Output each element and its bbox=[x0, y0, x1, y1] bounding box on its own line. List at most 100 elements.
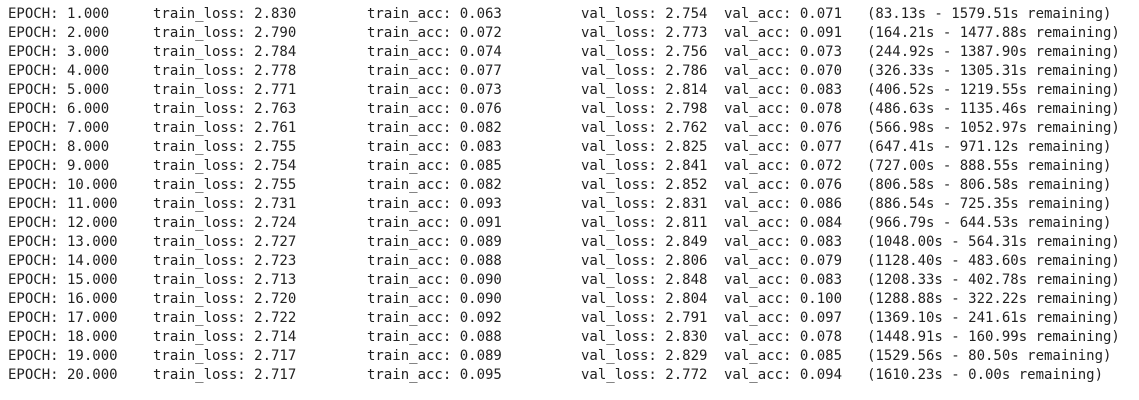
val-acc-value: val_acc: 0.084 bbox=[724, 215, 843, 231]
log-line: EPOCH: 14.000 train_loss: 2.723 train_acc:… bbox=[0, 252, 1139, 271]
log-line: EPOCH: 6.000 train_loss: 2.763 train_acc: … bbox=[0, 100, 1139, 119]
train-acc-value: train_acc: 0.093 bbox=[367, 196, 502, 212]
val-acc-value: val_acc: 0.070 bbox=[724, 63, 843, 79]
val-loss-value: val_loss: 2.804 bbox=[581, 291, 708, 307]
time-remaining-value: (1288.88s - 322.22s remaining) bbox=[867, 291, 1120, 307]
epoch-value: EPOCH: 9.000 bbox=[8, 158, 110, 174]
val-loss-value: val_loss: 2.806 bbox=[581, 253, 708, 269]
epoch-value: EPOCH: 11.000 bbox=[8, 196, 118, 212]
val-acc-value: val_acc: 0.078 bbox=[724, 101, 843, 117]
val-acc-value: val_acc: 0.071 bbox=[724, 6, 843, 22]
train-loss-value: train_loss: 2.724 bbox=[153, 215, 297, 231]
time-remaining-value: (966.79s - 644.53s remaining) bbox=[867, 215, 1112, 231]
time-remaining-value: (727.00s - 888.55s remaining) bbox=[867, 158, 1112, 174]
time-remaining-value: (406.52s - 1219.55s remaining) bbox=[867, 82, 1120, 98]
time-remaining-value: (647.41s - 971.12s remaining) bbox=[867, 139, 1112, 155]
train-acc-value: train_acc: 0.088 bbox=[367, 329, 502, 345]
val-loss-value: val_loss: 2.762 bbox=[581, 120, 708, 136]
time-remaining-value: (1610.23s - 0.00s remaining) bbox=[867, 367, 1104, 383]
train-acc-value: train_acc: 0.089 bbox=[367, 234, 502, 250]
train-acc-value: train_acc: 0.085 bbox=[367, 158, 502, 174]
log-line: EPOCH: 5.000 train_loss: 2.771 train_acc: … bbox=[0, 81, 1139, 100]
val-loss-value: val_loss: 2.849 bbox=[581, 234, 708, 250]
val-acc-value: val_acc: 0.085 bbox=[724, 348, 843, 364]
log-line: EPOCH: 4.000 train_loss: 2.778 train_acc: … bbox=[0, 62, 1139, 81]
train-loss-value: train_loss: 2.722 bbox=[153, 310, 297, 326]
train-loss-value: train_loss: 2.754 bbox=[153, 158, 297, 174]
train-acc-value: train_acc: 0.092 bbox=[367, 310, 502, 326]
val-acc-value: val_acc: 0.094 bbox=[724, 367, 843, 383]
val-loss-value: val_loss: 2.831 bbox=[581, 196, 708, 212]
train-loss-value: train_loss: 2.778 bbox=[153, 63, 297, 79]
log-line: EPOCH: 7.000 train_loss: 2.761 train_acc: … bbox=[0, 119, 1139, 138]
log-line: EPOCH: 20.000 train_loss: 2.717 train_acc:… bbox=[0, 366, 1139, 385]
train-loss-value: train_loss: 2.727 bbox=[153, 234, 297, 250]
training-log-window: { "rows": [ {"epoch": "EPOCH: 1.000", "t… bbox=[0, 0, 1139, 400]
train-acc-value: train_acc: 0.089 bbox=[367, 348, 502, 364]
val-loss-value: val_loss: 2.798 bbox=[581, 101, 708, 117]
log-line: EPOCH: 10.000 train_loss: 2.755 train_acc:… bbox=[0, 176, 1139, 195]
train-loss-value: train_loss: 2.790 bbox=[153, 25, 297, 41]
val-loss-value: val_loss: 2.772 bbox=[581, 367, 708, 383]
epoch-value: EPOCH: 1.000 bbox=[8, 6, 110, 22]
log-line: EPOCH: 19.000 train_loss: 2.717 train_acc:… bbox=[0, 347, 1139, 366]
train-loss-value: train_loss: 2.755 bbox=[153, 139, 297, 155]
log-line: EPOCH: 1.000 train_loss: 2.830 train_acc: … bbox=[0, 5, 1139, 24]
val-loss-value: val_loss: 2.791 bbox=[581, 310, 708, 326]
train-acc-value: train_acc: 0.073 bbox=[367, 82, 502, 98]
log-line: EPOCH: 18.000 train_loss: 2.714 train_acc:… bbox=[0, 328, 1139, 347]
train-loss-value: train_loss: 2.731 bbox=[153, 196, 297, 212]
epoch-value: EPOCH: 5.000 bbox=[8, 82, 110, 98]
train-loss-value: train_loss: 2.755 bbox=[153, 177, 297, 193]
train-acc-value: train_acc: 0.072 bbox=[367, 25, 502, 41]
log-line: EPOCH: 13.000 train_loss: 2.727 train_acc:… bbox=[0, 233, 1139, 252]
val-acc-value: val_acc: 0.076 bbox=[724, 177, 843, 193]
epoch-value: EPOCH: 10.000 bbox=[8, 177, 118, 193]
train-acc-value: train_acc: 0.090 bbox=[367, 272, 502, 288]
val-acc-value: val_acc: 0.077 bbox=[724, 139, 843, 155]
time-remaining-value: (244.92s - 1387.90s remaining) bbox=[867, 44, 1120, 60]
time-remaining-value: (1529.56s - 80.50s remaining) bbox=[867, 348, 1112, 364]
log-line: EPOCH: 8.000 train_loss: 2.755 train_acc: … bbox=[0, 138, 1139, 157]
log-line: EPOCH: 12.000 train_loss: 2.724 train_acc:… bbox=[0, 214, 1139, 233]
train-loss-value: train_loss: 2.763 bbox=[153, 101, 297, 117]
epoch-value: EPOCH: 4.000 bbox=[8, 63, 110, 79]
train-loss-value: train_loss: 2.771 bbox=[153, 82, 297, 98]
train-acc-value: train_acc: 0.077 bbox=[367, 63, 502, 79]
val-acc-value: val_acc: 0.083 bbox=[724, 82, 843, 98]
val-loss-value: val_loss: 2.841 bbox=[581, 158, 708, 174]
val-acc-value: val_acc: 0.097 bbox=[724, 310, 843, 326]
train-loss-value: train_loss: 2.714 bbox=[153, 329, 297, 345]
train-acc-value: train_acc: 0.090 bbox=[367, 291, 502, 307]
val-acc-value: val_acc: 0.086 bbox=[724, 196, 843, 212]
val-loss-value: val_loss: 2.786 bbox=[581, 63, 708, 79]
train-loss-value: train_loss: 2.723 bbox=[153, 253, 297, 269]
log-line: EPOCH: 16.000 train_loss: 2.720 train_acc:… bbox=[0, 290, 1139, 309]
epoch-value: EPOCH: 18.000 bbox=[8, 329, 118, 345]
time-remaining-value: (566.98s - 1052.97s remaining) bbox=[867, 120, 1120, 136]
epoch-value: EPOCH: 14.000 bbox=[8, 253, 118, 269]
train-loss-value: train_loss: 2.717 bbox=[153, 348, 297, 364]
train-loss-value: train_loss: 2.761 bbox=[153, 120, 297, 136]
epoch-value: EPOCH: 7.000 bbox=[8, 120, 110, 136]
val-loss-value: val_loss: 2.848 bbox=[581, 272, 708, 288]
val-acc-value: val_acc: 0.100 bbox=[724, 291, 843, 307]
val-acc-value: val_acc: 0.078 bbox=[724, 329, 843, 345]
val-loss-value: val_loss: 2.773 bbox=[581, 25, 708, 41]
epoch-value: EPOCH: 3.000 bbox=[8, 44, 110, 60]
train-loss-value: train_loss: 2.717 bbox=[153, 367, 297, 383]
val-acc-value: val_acc: 0.079 bbox=[724, 253, 843, 269]
val-acc-value: val_acc: 0.091 bbox=[724, 25, 843, 41]
training-log-output: EPOCH: 1.000 train_loss: 2.830 train_acc: … bbox=[0, 0, 1139, 385]
epoch-value: EPOCH: 20.000 bbox=[8, 367, 118, 383]
time-remaining-value: (1448.91s - 160.99s remaining) bbox=[867, 329, 1120, 345]
train-acc-value: train_acc: 0.091 bbox=[367, 215, 502, 231]
val-loss-value: val_loss: 2.814 bbox=[581, 82, 708, 98]
val-acc-value: val_acc: 0.083 bbox=[724, 234, 843, 250]
val-loss-value: val_loss: 2.852 bbox=[581, 177, 708, 193]
epoch-value: EPOCH: 8.000 bbox=[8, 139, 110, 155]
val-acc-value: val_acc: 0.083 bbox=[724, 272, 843, 288]
val-loss-value: val_loss: 2.811 bbox=[581, 215, 708, 231]
train-acc-value: train_acc: 0.082 bbox=[367, 120, 502, 136]
val-acc-value: val_acc: 0.076 bbox=[724, 120, 843, 136]
